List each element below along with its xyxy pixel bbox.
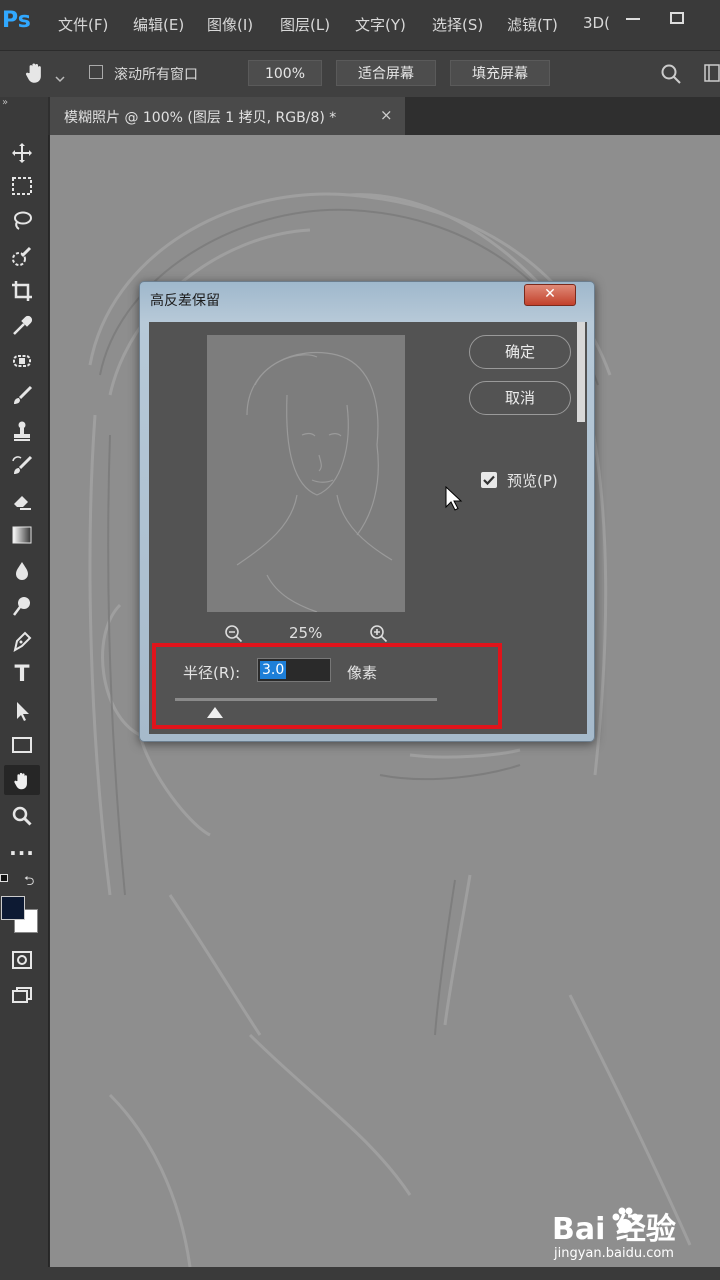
- history-brush-icon[interactable]: [4, 450, 40, 480]
- quick-select-icon[interactable]: [4, 240, 40, 270]
- fill-screen-button[interactable]: 填充屏幕: [450, 60, 550, 86]
- hand-tool-icon[interactable]: [22, 60, 48, 90]
- baidu-watermark: Bai 经验 jingyan.baidu.com: [552, 1200, 712, 1270]
- rectangle-icon[interactable]: [4, 730, 40, 760]
- dodge-icon[interactable]: [4, 590, 40, 620]
- menu-type[interactable]: 文字(Y): [355, 14, 406, 35]
- collapse-toolbar-icon[interactable]: »: [2, 97, 8, 108]
- ok-button[interactable]: 确定: [469, 335, 571, 369]
- document-tab-title: 模糊照片 @ 100% (图层 1 拷贝, RGB/8) *: [64, 110, 337, 126]
- menu-3d[interactable]: 3D(: [583, 14, 610, 32]
- marquee-icon[interactable]: [4, 171, 40, 201]
- chevron-down-icon[interactable]: [55, 68, 65, 87]
- menu-bar: Ps 文件(F) 编辑(E) 图像(I) 图层(L) 文字(Y) 选择(S) 滤…: [0, 0, 720, 50]
- fit-screen-button[interactable]: 适合屏幕: [336, 60, 436, 86]
- eyedropper-icon[interactable]: [4, 310, 40, 340]
- menu-file[interactable]: 文件(F): [58, 14, 108, 35]
- stamp-icon[interactable]: [4, 415, 40, 445]
- scroll-all-windows-label: 滚动所有窗口: [114, 67, 198, 83]
- menu-edit[interactable]: 编辑(E): [133, 14, 184, 35]
- paw-icon: [610, 1206, 640, 1240]
- close-dialog-button[interactable]: ✕: [524, 284, 576, 306]
- zoom-out-icon[interactable]: [224, 624, 244, 644]
- high-pass-dialog: 高反差保留 ✕ 25% 确定 取消 预览(P) 半径(R): 3.0 像素: [139, 281, 595, 742]
- zoom-percentage-button[interactable]: 100%: [248, 60, 322, 86]
- document-tab-bar: 模糊照片 @ 100% (图层 1 拷贝, RGB/8) * ×: [48, 97, 720, 135]
- options-bar: 滚动所有窗口 100% 适合屏幕 填充屏幕: [0, 50, 720, 98]
- move-icon[interactable]: [4, 137, 40, 167]
- type-icon[interactable]: T: [4, 660, 40, 690]
- lasso-icon[interactable]: [4, 205, 40, 235]
- screen-mode-icon[interactable]: [4, 980, 40, 1010]
- annotation-highlight-box: [152, 643, 502, 729]
- preview-checkbox[interactable]: [481, 472, 497, 488]
- more-icon[interactable]: ...: [4, 833, 40, 863]
- dialog-body: 25% 确定 取消 预览(P) 半径(R): 3.0 像素: [149, 322, 587, 734]
- menu-select[interactable]: 选择(S): [432, 14, 483, 35]
- maximize-button[interactable]: [662, 8, 692, 28]
- workspace-icon[interactable]: [704, 64, 720, 86]
- healing-brush-icon[interactable]: [4, 345, 40, 375]
- minimize-button[interactable]: [618, 10, 648, 30]
- menu-layer[interactable]: 图层(L): [280, 14, 330, 35]
- preview-label: 预览(P): [507, 472, 558, 490]
- menu-filter[interactable]: 滤镜(T): [507, 14, 558, 35]
- scroll-all-windows-checkbox[interactable]: [89, 65, 103, 79]
- tools-panel: » T ... ⮌: [0, 97, 49, 1280]
- cursor-icon: [445, 485, 463, 516]
- default-colors-icon[interactable]: [0, 874, 10, 884]
- eraser-icon[interactable]: [4, 485, 40, 515]
- path-select-icon[interactable]: [4, 695, 40, 725]
- preview-zoom-level: 25%: [289, 624, 323, 642]
- close-tab-icon[interactable]: ×: [380, 106, 393, 124]
- zoom-icon[interactable]: [4, 800, 40, 830]
- quick-mask-icon[interactable]: [4, 945, 40, 975]
- filter-preview-image[interactable]: [207, 335, 405, 613]
- dialog-title: 高反差保留: [150, 293, 220, 309]
- hand-icon[interactable]: [4, 765, 40, 795]
- gradient-icon[interactable]: [4, 520, 40, 550]
- foreground-color-swatch[interactable]: [1, 896, 25, 920]
- watermark-url: jingyan.baidu.com: [554, 1246, 674, 1261]
- dialog-scrollbar[interactable]: [577, 322, 585, 422]
- photoshop-logo: Ps: [2, 8, 31, 33]
- swap-colors-icon[interactable]: ⮌: [24, 872, 34, 894]
- document-tab[interactable]: 模糊照片 @ 100% (图层 1 拷贝, RGB/8) * ×: [50, 97, 405, 135]
- zoom-in-icon[interactable]: [369, 624, 389, 644]
- brush-icon[interactable]: [4, 380, 40, 410]
- blur-icon[interactable]: [4, 555, 40, 585]
- crop-icon[interactable]: [4, 275, 40, 305]
- menu-image[interactable]: 图像(I): [207, 14, 253, 35]
- search-icon[interactable]: [660, 63, 682, 89]
- cancel-button[interactable]: 取消: [469, 381, 571, 415]
- pen-icon[interactable]: [4, 625, 40, 655]
